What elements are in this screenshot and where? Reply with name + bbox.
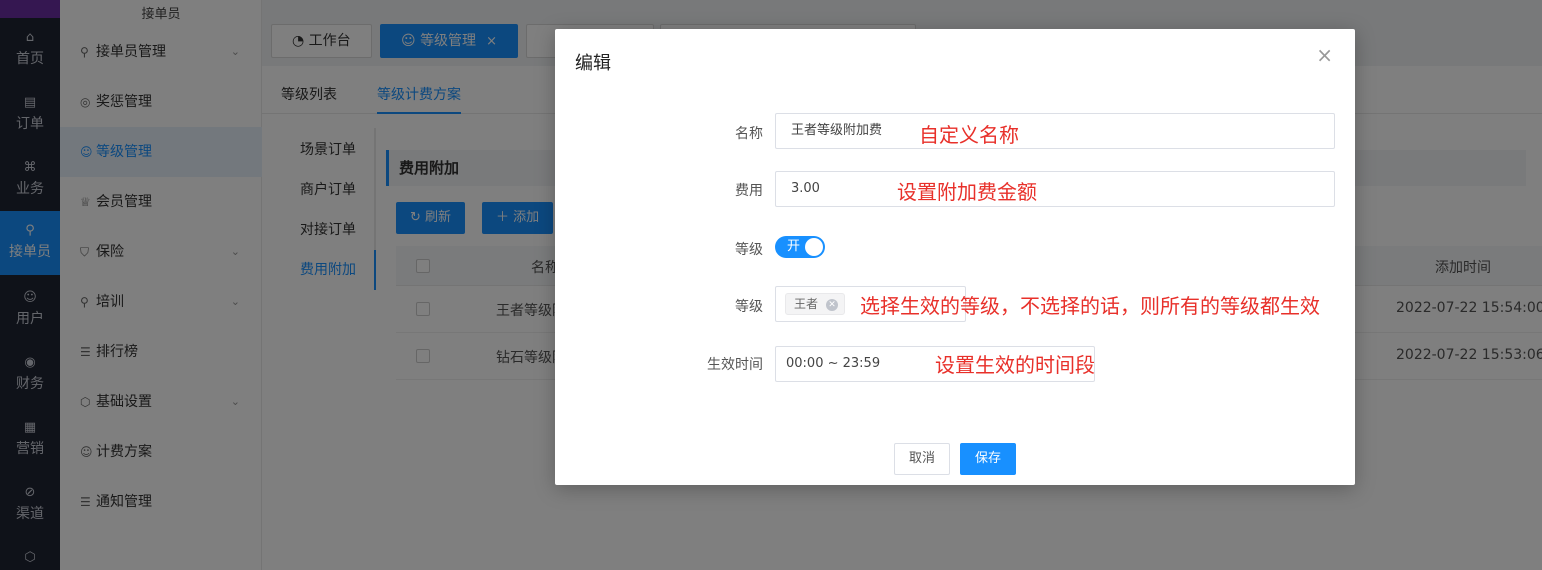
annotation-fee: 设置附加费金额 <box>897 180 1037 204</box>
close-icon[interactable]: × <box>1316 45 1333 65</box>
annotation-name: 自定义名称 <box>919 123 1019 147</box>
annotation-time: 设置生效的时间段 <box>935 353 1095 377</box>
level-toggle[interactable]: 开 <box>775 236 825 258</box>
annotation-level: 选择生效的等级，不选择的话，则所有的等级都生效 <box>860 294 1320 318</box>
fee-input[interactable]: 3.00 <box>775 171 1335 207</box>
fee-label: 费用 <box>735 183 763 199</box>
edit-dialog: 编辑 × 名称 王者等级附加费 自定义名称 费用 3.00 设置附加费金额 等级… <box>555 29 1355 485</box>
level-switch-label: 等级 <box>735 242 763 258</box>
level-tag: 王者 ✕ <box>785 293 846 315</box>
save-button[interactable]: 保存 <box>960 443 1017 475</box>
name-label: 名称 <box>735 126 763 142</box>
name-input[interactable]: 王者等级附加费 <box>775 113 1335 149</box>
cancel-button[interactable]: 取消 <box>894 443 951 475</box>
time-label: 生效时间 <box>707 357 763 373</box>
tag-close-icon[interactable]: ✕ <box>826 298 839 311</box>
toggle-knob <box>805 238 823 256</box>
dialog-title: 编辑 <box>575 53 611 74</box>
level-select-label: 等级 <box>735 299 763 315</box>
